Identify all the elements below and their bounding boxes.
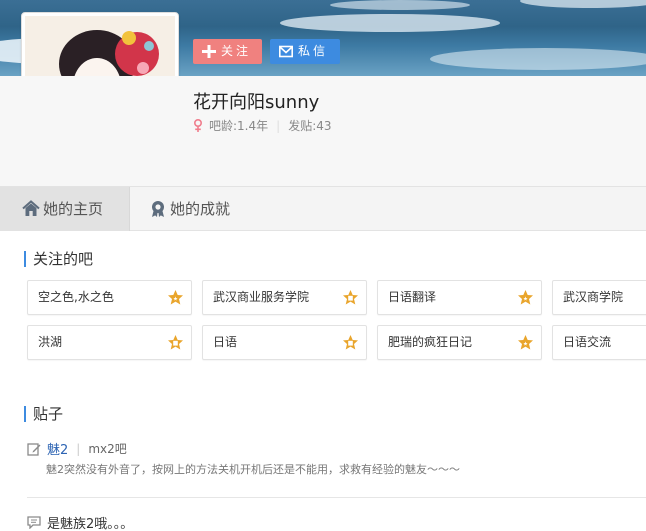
tab-her-achievements[interactable]: 她的成就 — [130, 187, 250, 231]
follow-button[interactable]: 关注 — [193, 39, 262, 64]
medal-icon — [152, 201, 164, 217]
followed-bar-card[interactable]: 肥瑞的疯狂日记 ★ — [377, 325, 542, 360]
bar-name: 洪湖 — [38, 335, 63, 349]
post-bar-link[interactable]: mx2吧 — [88, 440, 126, 457]
post-title-link[interactable]: 魅2 — [47, 439, 68, 458]
bar-name: 日语交流 — [563, 335, 612, 349]
level-badge-icon — [343, 290, 358, 305]
tab-label: 她的成就 — [170, 200, 231, 218]
followed-bar-card[interactable]: 洪湖 — [27, 325, 192, 360]
post-count: 发贴:43 — [288, 119, 332, 133]
followed-bar-card[interactable]: 日语 — [202, 325, 367, 360]
profile-meta: 吧龄:1.4年 | 发贴:43 — [193, 117, 332, 134]
bar-name: 空之色,水之色 — [38, 290, 114, 304]
svg-text:★: ★ — [173, 297, 178, 303]
svg-text:★: ★ — [523, 297, 528, 303]
followed-bar-card[interactable]: 武汉商学院 — [552, 280, 646, 315]
star-badge-icon: ★ — [168, 290, 183, 305]
tab-label: 她的主页 — [43, 200, 104, 218]
followed-bar-card[interactable]: 武汉商业服务学院 — [202, 280, 367, 315]
follow-button-label: 关注 — [221, 44, 252, 58]
star-badge-icon: ★ — [518, 335, 533, 350]
bar-name: 肥瑞的疯狂日记 — [388, 335, 473, 349]
female-icon — [194, 119, 202, 132]
username: 花开向阳sunny — [193, 92, 320, 113]
mail-icon — [279, 45, 293, 58]
bar-name: 日语翻译 — [388, 290, 437, 304]
followed-bars-title: 关注的吧 — [24, 251, 93, 267]
svg-text:★: ★ — [523, 342, 528, 348]
post-divider — [27, 497, 646, 498]
level-badge-icon — [343, 335, 358, 350]
star-badge-icon: ★ — [518, 290, 533, 305]
bar-name: 武汉商业服务学院 — [213, 290, 310, 304]
message-button[interactable]: 私信 — [270, 39, 340, 64]
bar-name: 日语 — [213, 335, 238, 349]
message-button-label: 私信 — [298, 44, 329, 58]
plus-icon — [202, 45, 216, 58]
followed-bar-card[interactable]: 日语交流 — [552, 325, 646, 360]
post-item[interactable]: 是魅族2哦。。。 — [27, 513, 133, 531]
tab-her-home[interactable]: 她的主页 — [0, 187, 130, 231]
bar-age: 吧龄:1.4年 — [209, 119, 269, 133]
home-icon — [22, 200, 40, 216]
profile-tabs: 她的主页 她的成就 — [0, 186, 646, 231]
comment-icon — [27, 516, 41, 529]
post-title-text[interactable]: 是魅族2哦。。。 — [47, 513, 133, 531]
level-badge-icon — [168, 335, 183, 350]
post-excerpt: 魅2突然没有外音了，按网上的方法关机开机后还是不能用，求救有经验的魅友～～～ — [46, 463, 460, 476]
post-item: 魅2 | mx2吧 — [27, 439, 127, 458]
followed-bar-card[interactable]: 日语翻译 ★ — [377, 280, 542, 315]
edit-icon — [27, 442, 41, 456]
posts-title: 贴子 — [24, 406, 63, 422]
followed-bar-card[interactable]: 空之色,水之色 ★ — [27, 280, 192, 315]
post-separator: | — [76, 441, 81, 456]
meta-separator: | — [276, 118, 281, 133]
bar-name: 武汉商学院 — [563, 290, 624, 304]
